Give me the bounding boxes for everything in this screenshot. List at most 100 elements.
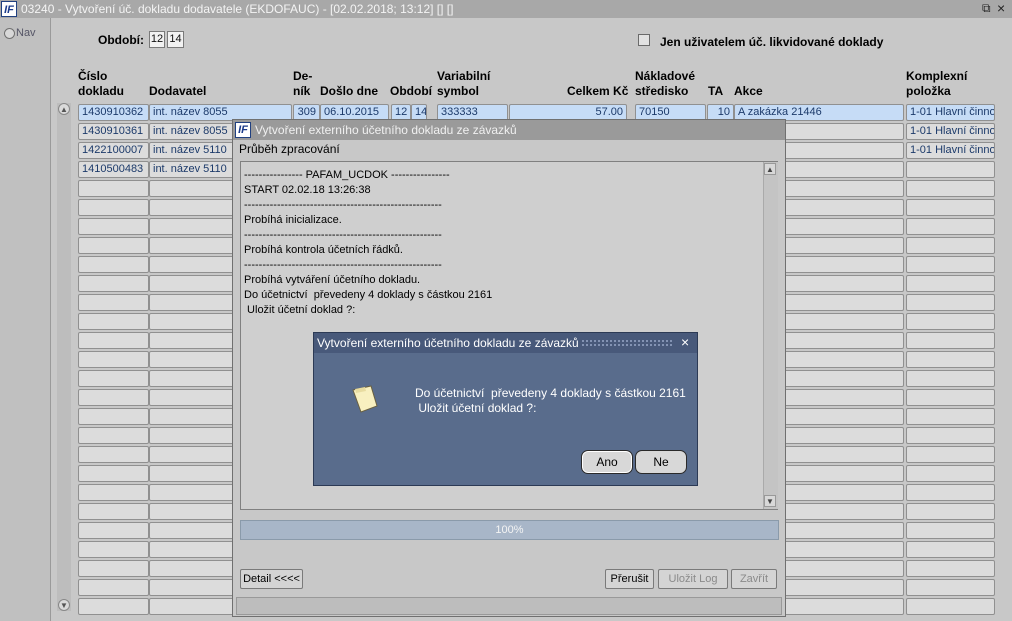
grid-cell-kp[interactable]: [906, 598, 995, 615]
grid-cell-kp[interactable]: [906, 332, 995, 349]
grid-cell-kp[interactable]: [906, 446, 995, 463]
prerusit-button[interactable]: Přerušit: [605, 569, 654, 589]
scroll-down-icon[interactable]: ▼: [58, 599, 70, 611]
title-grip: [581, 339, 673, 347]
grid-cell-cislo[interactable]: [78, 370, 149, 387]
grid-scrollbar[interactable]: ▲ ▼: [57, 103, 71, 611]
ano-button[interactable]: Ano: [581, 450, 633, 474]
grid-cell-cislo[interactable]: [78, 465, 149, 482]
grid-cell-cislo[interactable]: [78, 503, 149, 520]
progress-title: Vytvoření externího účetního dokladu ze …: [255, 123, 517, 137]
restore-window-icon[interactable]: ⧉: [982, 1, 991, 16]
detail-button[interactable]: Detail <<<<: [240, 569, 303, 589]
grid-cell-kp[interactable]: [906, 351, 995, 368]
grid-cell-kp[interactable]: [906, 389, 995, 406]
app-logo-icon: IF: [1, 1, 17, 17]
nav-label[interactable]: Nav: [16, 27, 36, 39]
log-text: ---------------- PAFAM_UCDOK -----------…: [244, 169, 493, 316]
grid-cell-cislo[interactable]: 1430910362: [78, 104, 149, 121]
grid-cell-cislo[interactable]: [78, 446, 149, 463]
col-header-doslo: Došlo dne: [320, 84, 379, 98]
grid-cell-cislo[interactable]: [78, 332, 149, 349]
grid-cell-cislo[interactable]: 1422100007: [78, 142, 149, 159]
grid-cell-cislo[interactable]: [78, 427, 149, 444]
obdobi-to-field[interactable]: 14: [167, 31, 184, 48]
grid-cell-cislo[interactable]: [78, 598, 149, 615]
col-header-denik: De- ník: [293, 69, 313, 98]
obdobi-label: Období:: [98, 33, 144, 47]
col-header-cislo: Číslo dokladu: [78, 69, 125, 98]
grid-cell-cislo[interactable]: [78, 294, 149, 311]
log-scroll-up-icon[interactable]: ▲: [764, 163, 776, 175]
grid-cell-kp[interactable]: 1-01 Hlavní činnost: [906, 123, 995, 140]
grid-cell-kp[interactable]: [906, 541, 995, 558]
col-header-variabilni: Variabilní symbol: [437, 69, 491, 98]
grid-cell-cislo[interactable]: [78, 541, 149, 558]
confirm-message: Do účetnictví převedeny 4 doklady s část…: [415, 386, 686, 415]
grid-cell-cislo[interactable]: [78, 484, 149, 501]
grid-cell-kp[interactable]: 1-01 Hlavní činnost: [906, 104, 995, 121]
grid-cell-kp[interactable]: [906, 503, 995, 520]
grid-cell-kp[interactable]: [906, 408, 995, 425]
col-header-nakladove: Nákladové středisko: [635, 69, 696, 98]
obdobi-from-field[interactable]: 12: [149, 31, 165, 48]
window-title: 03240 - Vytvoření úč. dokladu dodavatele…: [21, 2, 454, 16]
col-header-obdobi: Období: [390, 84, 432, 98]
grid-cell-cislo[interactable]: [78, 560, 149, 577]
grid-cell-kp[interactable]: [906, 313, 995, 330]
grid-cell-cislo[interactable]: [78, 256, 149, 273]
confirm-title-bar: Vytvoření externího účetního dokladu ze …: [314, 333, 697, 353]
grid-cell-cislo[interactable]: [78, 313, 149, 330]
grid-cell-cislo[interactable]: [78, 579, 149, 596]
grid-cell-kp[interactable]: [906, 484, 995, 501]
close-window-icon[interactable]: ×: [997, 0, 1005, 16]
grid-cell-cislo[interactable]: 1430910361: [78, 123, 149, 140]
col-header-celkem: Celkem Kč: [567, 84, 629, 98]
col-header-akce: Akce: [734, 84, 763, 98]
ne-button[interactable]: Ne: [635, 450, 687, 474]
grid-cell-kp[interactable]: [906, 237, 995, 254]
title-bar: IF 03240 - Vytvoření úč. dokladu dodavat…: [0, 0, 1012, 18]
confirm-dialog: Vytvoření externího účetního dokladu ze …: [313, 332, 698, 486]
grid-cell-cislo[interactable]: [78, 199, 149, 216]
grid-cell-cislo[interactable]: 1410500483: [78, 161, 149, 178]
grid-cell-kp[interactable]: [906, 294, 995, 311]
confirm-close-icon[interactable]: ×: [681, 334, 689, 350]
grid-cell-kp[interactable]: [906, 199, 995, 216]
grid-cell-kp[interactable]: [906, 370, 995, 387]
scroll-up-icon[interactable]: ▲: [58, 103, 70, 115]
grid-cell-cislo[interactable]: [78, 522, 149, 539]
grid-cell-cislo[interactable]: [78, 218, 149, 235]
grid-cell-kp[interactable]: [906, 161, 995, 178]
col-header-dodavatel: Dodavatel: [149, 84, 207, 98]
grid-cell-cislo[interactable]: [78, 180, 149, 197]
jen-uzivatelem-checkbox[interactable]: [638, 34, 650, 46]
grid-cell-kp[interactable]: [906, 522, 995, 539]
grid-cell-kp[interactable]: [906, 465, 995, 482]
col-header-komplexni: Komplexní položka: [906, 69, 968, 98]
grid-cell-cislo[interactable]: [78, 408, 149, 425]
progress-percent: 100%: [495, 524, 524, 536]
grid-cell-kp[interactable]: [906, 560, 995, 577]
progress-title-bar: IF Vytvoření externího účetního dokladu …: [233, 120, 785, 140]
nav-radio-button[interactable]: [4, 28, 15, 39]
col-header-ta: TA: [708, 84, 724, 98]
grid-cell-kp[interactable]: [906, 275, 995, 292]
grid-cell-kp[interactable]: 1-01 Hlavní činnost: [906, 142, 995, 159]
grid-cell-cislo[interactable]: [78, 237, 149, 254]
question-note-icon: [352, 385, 378, 413]
progress-subtitle: Průběh zpracování: [239, 142, 340, 156]
log-scrollbar[interactable]: ▲ ▼: [763, 162, 778, 509]
grid-cell-kp[interactable]: [906, 579, 995, 596]
grid-cell-kp[interactable]: [906, 256, 995, 273]
grid-cell-kp[interactable]: [906, 427, 995, 444]
grid-cell-kp[interactable]: [906, 180, 995, 197]
grid-cell-kp[interactable]: [906, 218, 995, 235]
grid-cell-cislo[interactable]: [78, 351, 149, 368]
grid-cell-cislo[interactable]: [78, 389, 149, 406]
ulozit-log-button[interactable]: Uložit Log: [658, 569, 728, 589]
grid-cell-cislo[interactable]: [78, 275, 149, 292]
zavrit-button[interactable]: Zavřít: [731, 569, 777, 589]
progress-bar: 100%: [240, 520, 779, 540]
log-scroll-down-icon[interactable]: ▼: [764, 495, 776, 507]
